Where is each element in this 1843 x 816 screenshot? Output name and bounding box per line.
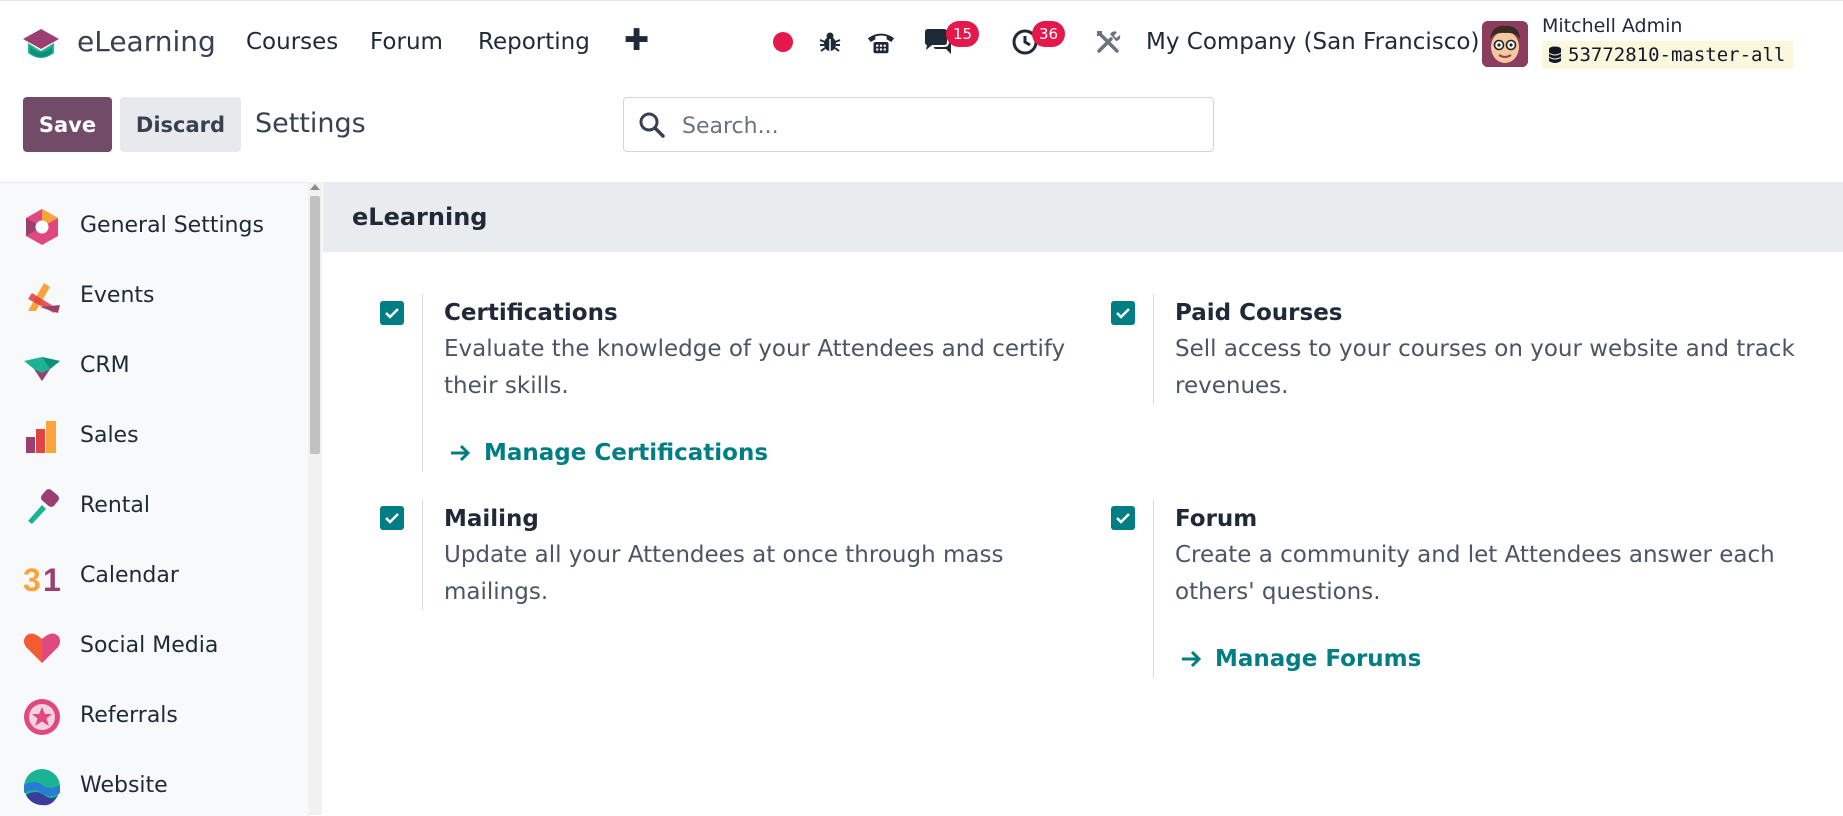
search-box[interactable]	[623, 97, 1214, 152]
messages-count-badge: 15	[946, 21, 980, 47]
record-dot-icon[interactable]	[768, 27, 798, 57]
elearning-logo-icon[interactable]	[18, 23, 64, 65]
sidebar-item-calendar[interactable]: 3 1 Calendar	[0, 545, 300, 605]
svg-text:3: 3	[23, 562, 41, 597]
plus-icon[interactable]: ✚	[624, 23, 649, 58]
forum-checkbox[interactable]	[1111, 506, 1135, 530]
breadcrumb: Settings	[255, 108, 366, 139]
save-button[interactable]: Save	[23, 97, 112, 152]
setting-title: Mailing	[444, 506, 539, 532]
section-header: eLearning	[323, 182, 1843, 252]
checkmark-icon	[1116, 513, 1130, 524]
sidebar-item-label: Events	[80, 283, 155, 308]
company-switcher[interactable]: My Company (San Francisco)	[1146, 29, 1479, 55]
scroll-up-arrow-icon[interactable]	[310, 184, 320, 190]
events-icon	[28, 283, 60, 313]
sales-icon	[26, 421, 56, 453]
sidebar-item-website[interactable]: Website	[0, 755, 300, 815]
setting-title: Forum	[1175, 506, 1258, 532]
sidebar-item-label: Rental	[80, 493, 150, 518]
manage-certifications-link[interactable]: Manage Certifications	[450, 440, 768, 466]
referrals-icon	[24, 699, 60, 735]
general-settings-icon	[26, 209, 58, 245]
manage-forums-link[interactable]: Manage Forums	[1181, 646, 1421, 672]
menu-forum[interactable]: Forum	[370, 29, 443, 55]
sidebar-item-referrals[interactable]: Referrals	[0, 685, 300, 745]
svg-text:1: 1	[43, 562, 61, 597]
sidebar-item-crm[interactable]: CRM	[0, 335, 300, 395]
sidebar-item-label: CRM	[80, 353, 130, 378]
arrow-right-icon	[1182, 650, 1202, 668]
bug-icon[interactable]	[815, 27, 845, 57]
sidebar-item-rental[interactable]: Rental	[0, 475, 300, 535]
setting-divider	[1153, 294, 1154, 404]
sidebar-item-label: Calendar	[80, 563, 179, 588]
user-avatar[interactable]	[1482, 21, 1528, 67]
user-name[interactable]: Mitchell Admin	[1542, 15, 1682, 37]
sidebar-item-label: General Settings	[80, 213, 264, 238]
top-navbar: eLearning Courses Forum Reporting ✚ 15 3…	[0, 0, 1843, 82]
activities-count-badge: 36	[1032, 21, 1066, 47]
checkmark-icon	[385, 308, 399, 319]
setting-divider	[1153, 500, 1154, 678]
crm-icon	[24, 357, 60, 381]
sidebar-item-label: Sales	[80, 423, 139, 448]
setting-description: Update all your Attendees at once throug…	[444, 542, 1004, 605]
setting-divider	[422, 500, 423, 610]
setting-description: Sell access to your courses on your webs…	[1175, 336, 1795, 399]
setting-description: Evaluate the knowledge of your Attendees…	[444, 336, 1066, 399]
certifications-checkbox[interactable]	[380, 301, 404, 325]
checkmark-icon	[385, 513, 399, 524]
setting-title: Paid Courses	[1175, 300, 1343, 326]
sidebar-item-sales[interactable]: Sales	[0, 405, 300, 465]
sidebar-item-label: Website	[80, 773, 168, 798]
menu-courses[interactable]: Courses	[246, 29, 338, 55]
sidebar-item-label: Referrals	[80, 703, 178, 728]
mailing-checkbox[interactable]	[380, 506, 404, 530]
checkmark-icon	[1116, 308, 1130, 319]
discard-button[interactable]: Discard	[120, 97, 241, 152]
sidebar-scrollbar[interactable]	[308, 182, 322, 815]
app-name[interactable]: eLearning	[77, 25, 216, 58]
setting-description: Create a community and let Attendees ans…	[1175, 542, 1775, 605]
rental-icon	[28, 489, 59, 524]
arrow-right-icon	[451, 444, 471, 462]
phone-icon[interactable]	[866, 27, 896, 57]
settings-sidebar: General Settings Events CRM Sales Rental	[0, 182, 309, 816]
manage-forums-label: Manage Forums	[1215, 646, 1422, 672]
search-input[interactable]	[680, 108, 1184, 144]
database-icon	[1548, 46, 1562, 63]
scrollbar-thumb[interactable]	[310, 196, 320, 454]
menu-reporting[interactable]: Reporting	[478, 29, 590, 55]
database-badge: 53772810-master-all	[1542, 41, 1794, 69]
section-title: eLearning	[352, 203, 488, 231]
search-icon	[638, 111, 666, 139]
tools-icon[interactable]	[1093, 27, 1123, 57]
manage-certifications-label: Manage Certifications	[484, 440, 769, 466]
sidebar-item-label: Social Media	[80, 633, 219, 658]
paid-courses-checkbox[interactable]	[1111, 301, 1135, 325]
setting-divider	[422, 294, 423, 472]
social-media-icon	[24, 633, 60, 663]
sidebar-item-social-media[interactable]: Social Media	[0, 615, 300, 675]
calendar-icon: 3 1	[23, 562, 61, 597]
setting-title: Certifications	[444, 300, 618, 326]
sidebar-item-general-settings[interactable]: General Settings	[0, 195, 300, 255]
database-name: 53772810-master-all	[1568, 44, 1786, 66]
website-icon	[24, 769, 60, 806]
sidebar-item-events[interactable]: Events	[0, 265, 300, 325]
